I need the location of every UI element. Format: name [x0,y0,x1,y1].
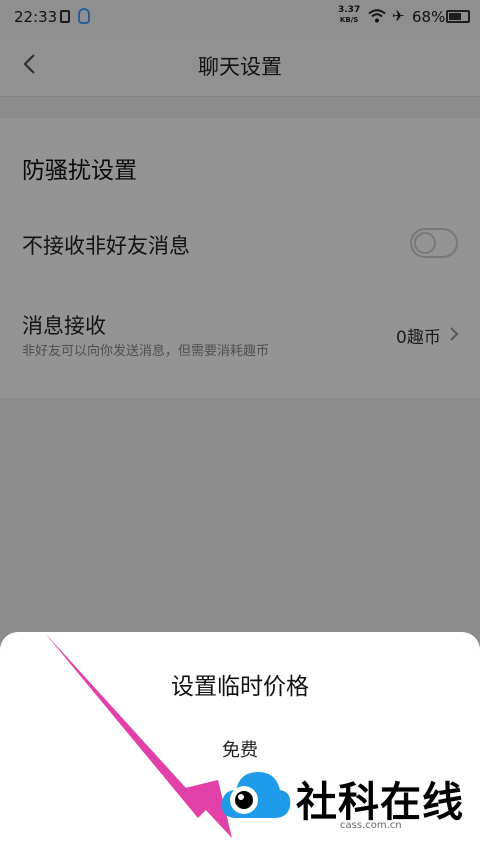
cloud-eye-logo-icon [221,772,291,818]
watermark-url: cass.com.cn [340,820,402,831]
watermark: 社科在线 cass.com.cn [218,766,480,853]
watermark-text: 社科在线 [296,778,464,826]
annotation-arrow-icon [44,632,232,838]
